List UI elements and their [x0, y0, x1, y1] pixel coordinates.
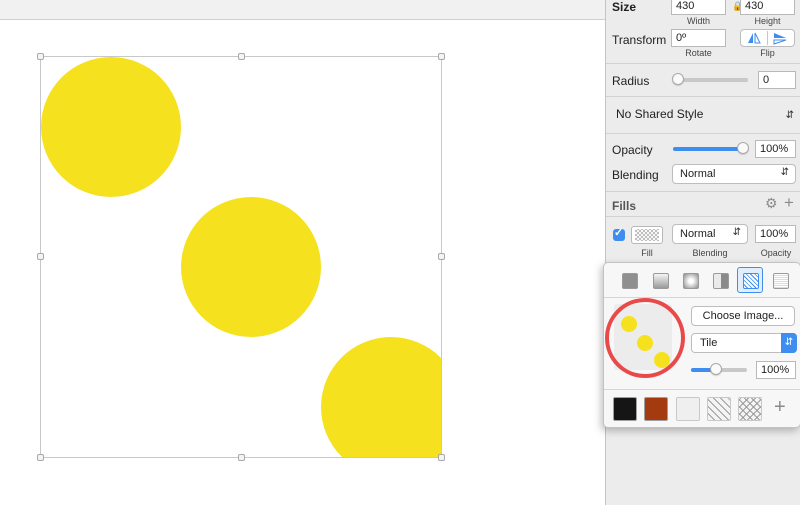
blending-caption: Blending	[692, 248, 728, 258]
chevron-updown-icon: ⇵	[732, 227, 741, 238]
chevron-updown-icon: ⇵	[781, 333, 797, 353]
resize-handle[interactable]	[37, 454, 44, 461]
fill-mode-select[interactable]: Tile ⇵	[691, 333, 797, 353]
gear-icon[interactable]: ⚙	[765, 195, 778, 212]
preset-light-texture[interactable]	[676, 397, 700, 421]
resize-handle[interactable]	[37, 53, 44, 60]
resize-handle[interactable]	[438, 454, 445, 461]
fill-blend-value: Normal	[680, 228, 716, 240]
radius-slider[interactable]	[678, 78, 748, 82]
resize-handle[interactable]	[37, 253, 44, 260]
pattern-fill-icon	[743, 273, 759, 289]
flip-vertical-icon[interactable]	[773, 33, 787, 45]
opacity-slider-fill	[673, 147, 743, 151]
linear-gradient-icon	[653, 273, 669, 289]
rotate-field[interactable]: 0º	[671, 29, 726, 47]
fill-opacity-field[interactable]: 100%	[755, 225, 796, 243]
crosshatch-preview	[635, 229, 659, 241]
opacity-label: Opacity	[612, 143, 653, 157]
resize-handle[interactable]	[438, 253, 445, 260]
blending-label: Blending	[612, 168, 659, 182]
fill-mode-value: Tile	[700, 337, 718, 349]
highlight-circle	[605, 298, 685, 378]
add-fill-icon[interactable]: +	[784, 193, 794, 213]
canvas[interactable]	[0, 0, 605, 505]
choose-image-button[interactable]: Choose Image...	[691, 306, 795, 326]
preset-rust-texture[interactable]	[644, 397, 668, 421]
radius-field[interactable]: 0	[758, 71, 796, 89]
pattern-dot	[321, 337, 441, 457]
width-caption: Width	[686, 16, 710, 26]
chevron-updown-icon: ⇵	[780, 167, 789, 178]
add-preset-icon[interactable]: +	[774, 396, 786, 419]
fill-blend-select[interactable]: Normal ⇵	[672, 224, 748, 244]
solid-fill-icon	[622, 273, 638, 289]
pattern-layer[interactable]	[40, 56, 442, 458]
angular-gradient-tab[interactable]	[707, 267, 733, 293]
scale-field[interactable]: 100%	[756, 361, 796, 379]
pattern-dot	[41, 57, 181, 197]
blending-value: Normal	[680, 168, 716, 180]
resize-handle[interactable]	[238, 454, 245, 461]
preset-crosshatch[interactable]	[738, 397, 762, 421]
rotate-caption: Rotate	[685, 48, 712, 58]
width-field[interactable]: 430	[671, 0, 726, 15]
solid-fill-tab[interactable]	[616, 267, 642, 293]
opacity-caption: Opacity	[760, 248, 792, 258]
height-caption: Height	[754, 16, 781, 26]
linear-gradient-tab[interactable]	[647, 267, 673, 293]
radial-gradient-tab[interactable]	[677, 267, 703, 293]
transform-label: Transform	[612, 33, 667, 47]
pattern-fill-tab[interactable]	[737, 267, 763, 293]
radial-gradient-icon	[683, 273, 699, 289]
noise-fill-tab[interactable]	[767, 267, 793, 293]
fill-caption: Fill	[641, 248, 653, 258]
fills-title: Fills	[612, 199, 637, 213]
preset-diagonal-lines[interactable]	[707, 397, 731, 421]
noise-fill-icon	[773, 273, 789, 289]
flip-icons	[748, 31, 787, 45]
chevron-updown-icon: ⇵	[785, 110, 794, 121]
shared-style-value: No Shared Style	[616, 107, 704, 121]
shared-style-select[interactable]: No Shared Style ⇵	[610, 105, 796, 127]
opacity-slider-knob[interactable]	[737, 142, 749, 154]
flip-horizontal-icon[interactable]	[748, 32, 761, 44]
angular-gradient-icon	[713, 273, 729, 289]
flip-buttons	[740, 29, 795, 47]
resize-handle[interactable]	[438, 53, 445, 60]
inspector-panel: Size 430 🔒 430 Width Height Transform 0º…	[605, 0, 800, 505]
checkmark-icon: ✓	[614, 227, 624, 239]
blending-select[interactable]: Normal ⇵	[672, 164, 796, 184]
opacity-field[interactable]: 100%	[755, 140, 796, 158]
fill-enabled-checkbox[interactable]: ✓	[613, 227, 625, 241]
pattern-dot	[181, 197, 321, 337]
fill-pattern-swatch[interactable]	[631, 226, 663, 244]
canvas-toolbar	[0, 0, 605, 20]
scale-slider-knob[interactable]	[710, 363, 723, 375]
size-label: Size	[612, 0, 637, 14]
radius-slider-knob[interactable]	[672, 73, 684, 85]
resize-handle[interactable]	[238, 53, 245, 60]
preset-dark-texture[interactable]	[613, 397, 637, 421]
fill-popover: Choose Image... Tile ⇵ 100% +	[603, 262, 800, 428]
radius-label: Radius	[612, 74, 650, 88]
height-field[interactable]: 430	[740, 0, 795, 15]
flip-caption: Flip	[760, 48, 775, 58]
